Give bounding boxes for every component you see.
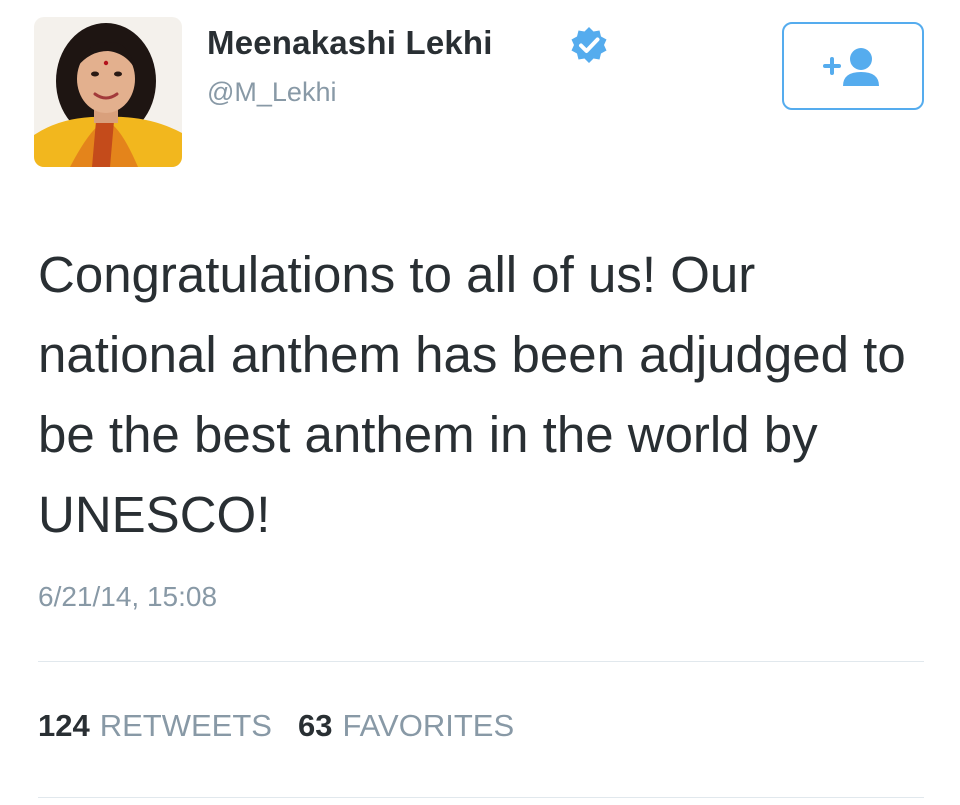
divider: [38, 797, 924, 798]
verified-badge-icon: [569, 25, 609, 65]
tweet-timestamp[interactable]: 6/21/14, 15:08: [38, 581, 217, 613]
follow-button[interactable]: [782, 22, 924, 110]
display-name[interactable]: Meenakashi Lekhi: [207, 24, 493, 62]
user-handle[interactable]: @M_Lekhi: [207, 77, 336, 108]
retweets-label[interactable]: RETWEETS: [100, 708, 272, 744]
tweet-text: Congratulations to all of us! Our nation…: [38, 246, 906, 543]
avatar[interactable]: [34, 17, 182, 167]
tweet-stats: 124 RETWEETS 63 FAVORITES: [38, 708, 540, 744]
divider: [38, 661, 924, 662]
favorites-label[interactable]: FAVORITES: [342, 708, 514, 744]
add-user-icon: [823, 48, 879, 86]
retweets-count[interactable]: 124: [38, 708, 90, 744]
avatar-photo: [34, 17, 182, 167]
favorites-count[interactable]: 63: [298, 708, 332, 744]
